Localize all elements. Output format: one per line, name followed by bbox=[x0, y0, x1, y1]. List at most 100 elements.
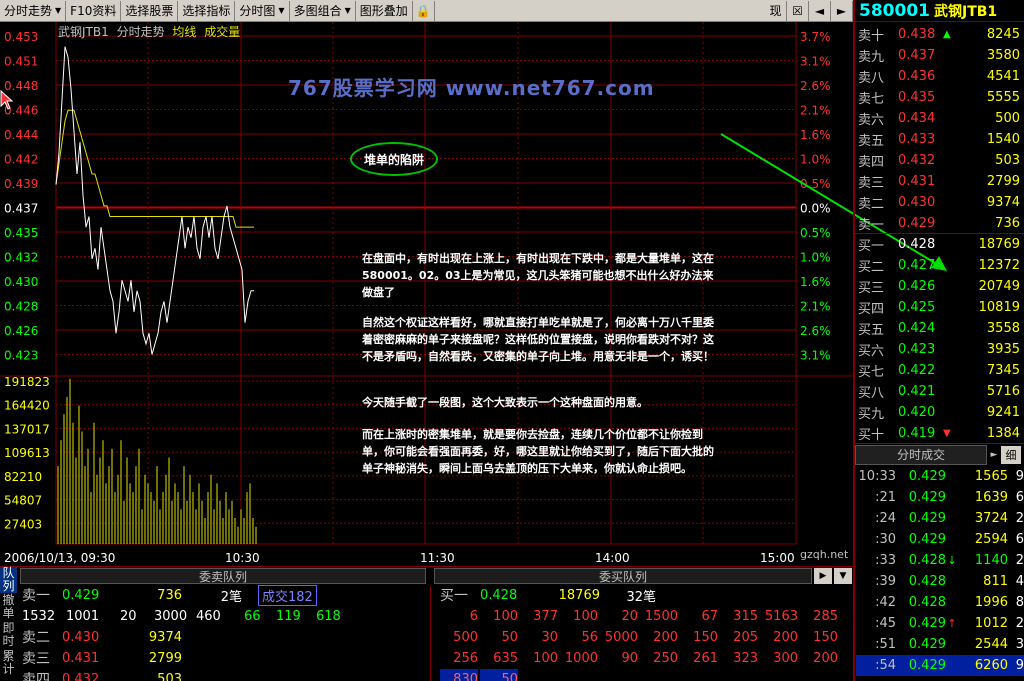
bid-label: 买一 bbox=[858, 239, 885, 254]
ask-row[interactable]: 卖二 0.430 9374 bbox=[858, 192, 1020, 213]
now-button[interactable]: 现 bbox=[765, 0, 787, 21]
ticks-detail-button[interactable]: 细 bbox=[1001, 445, 1021, 464]
toolbar-btn-f10[interactable]: F10资料 bbox=[66, 0, 122, 21]
bid-row[interactable]: 买十 0.419 ▼ 1384 bbox=[858, 423, 1020, 444]
buy-order-size: 100 bbox=[493, 608, 518, 624]
ask-row[interactable]: 卖三 0.431 2799 bbox=[858, 171, 1020, 192]
ticks-nav-icon[interactable]: ► bbox=[987, 450, 1001, 460]
ask-row[interactable]: 卖四 0.432 503 bbox=[858, 150, 1020, 171]
toolbar-btn-timeshare-chart[interactable]: 分时图 ▼ bbox=[235, 0, 290, 21]
close-button[interactable]: ☒ bbox=[787, 0, 809, 21]
price-tick-label: 0.426 bbox=[4, 324, 38, 338]
bid-row[interactable]: 买一 0.428 18769 bbox=[858, 234, 1020, 255]
bid-row[interactable]: 买五 0.424 3558 bbox=[858, 318, 1020, 339]
next-button[interactable]: ► bbox=[831, 0, 853, 21]
time-tick-label: 2006/10/13, 09:30 bbox=[4, 551, 115, 565]
ask-row[interactable]: 卖五 0.433 1540 bbox=[858, 129, 1020, 150]
bid-volume: 1384 bbox=[986, 426, 1020, 441]
bid-price: 0.427 bbox=[898, 258, 936, 273]
bid-row[interactable]: 买四 0.425 10819 bbox=[858, 297, 1020, 318]
bid-row[interactable]: 买三 0.426 20749 bbox=[858, 276, 1020, 297]
tick-time: :39 bbox=[875, 574, 896, 589]
queue-next-button[interactable]: ▶ bbox=[814, 568, 832, 584]
buy-order-size: 30 bbox=[541, 629, 558, 645]
volume-tick-label: 164420 bbox=[4, 399, 50, 413]
sell-order-size: 618 bbox=[316, 608, 341, 624]
price-tick-label: 0.435 bbox=[4, 226, 38, 240]
queue-price: 0.428 bbox=[480, 587, 518, 603]
price-line bbox=[55, 46, 254, 355]
tick-volume: 1639 bbox=[974, 490, 1008, 505]
dropdown-icon: ▼ bbox=[839, 571, 847, 581]
bid-label: 买四 bbox=[858, 302, 885, 317]
dropdown-icon: ▼ bbox=[344, 6, 351, 15]
bid-volume: 3935 bbox=[986, 342, 1020, 357]
price-tick-label: 0.439 bbox=[4, 177, 38, 191]
bid-label: 买五 bbox=[858, 323, 885, 338]
tick-count: 4 bbox=[1015, 574, 1024, 589]
tick-row: :54 0.429 6260 9 bbox=[856, 655, 1024, 676]
queue-volume: 736 bbox=[157, 587, 182, 603]
toolbar-label: 多图组合 bbox=[293, 4, 342, 18]
price-tick-label: 0.444 bbox=[4, 128, 38, 142]
buy-order-size: 5000 bbox=[604, 629, 638, 645]
volume-bars bbox=[57, 378, 257, 544]
ask-row[interactable]: 卖八 0.436 4541 bbox=[858, 66, 1020, 87]
right-arrow-icon: ► bbox=[836, 3, 847, 18]
sell-queue-row: 卖三 0.431 2799 bbox=[22, 648, 182, 668]
ask-row[interactable]: 卖六 0.434 500 bbox=[858, 108, 1020, 129]
tick-volume: 2594 bbox=[974, 532, 1008, 547]
up-arrow-icon: ↑ bbox=[947, 617, 957, 630]
bid-row[interactable]: 买二 0.427 12372 bbox=[858, 255, 1020, 276]
ask-row[interactable]: 卖十 0.438 ▲ 8245 bbox=[858, 24, 1020, 45]
now-label: 现 bbox=[769, 4, 782, 18]
toolbar-btn-timeshare[interactable]: 分时走势 ▼ bbox=[0, 0, 67, 21]
toolbar-right: 现 ☒ ◄ ► bbox=[765, 0, 853, 21]
queue-label: 买一 bbox=[440, 588, 468, 604]
bid-row[interactable]: 买六 0.423 3935 bbox=[858, 339, 1020, 360]
ask-row[interactable]: 卖九 0.437 3580 bbox=[858, 45, 1020, 66]
pct-tick-label: 2.1% bbox=[800, 300, 831, 314]
prev-button[interactable]: ◄ bbox=[809, 0, 831, 21]
side-tab-cumulative[interactable]: 累计 bbox=[0, 650, 17, 676]
annotation-paragraph-2: 自然这个权证这样看好，哪就直接打单吃单就是了，何必离十万八千里委着密密麻麻的单子… bbox=[362, 316, 714, 363]
ask-row[interactable]: 卖一 0.429 736 bbox=[858, 213, 1020, 234]
avg-line-legend: 均线 bbox=[172, 25, 197, 39]
toolbar-btn-select-stock[interactable]: 选择股票 bbox=[121, 0, 179, 21]
down-arrow-icon: ▼ bbox=[943, 428, 951, 439]
pct-tick-label: 2.6% bbox=[800, 324, 831, 338]
ask-label: 卖一 bbox=[858, 218, 885, 233]
ask-row[interactable]: 卖七 0.435 5555 bbox=[858, 87, 1020, 108]
stock-name: 武钢JTB1 bbox=[933, 3, 998, 20]
stock-code: 580001 bbox=[859, 0, 930, 21]
side-tab-cancel[interactable]: 撤单 bbox=[0, 594, 17, 620]
sell-queue-row: 卖二 0.430 9374 bbox=[22, 627, 182, 647]
average-price-line bbox=[55, 109, 254, 228]
buy-order-size: 1500 bbox=[644, 608, 678, 624]
tab-ticks[interactable]: 分时成交 bbox=[855, 444, 987, 465]
toolbar-btn-select-indicator[interactable]: 选择指标 bbox=[178, 0, 236, 21]
lock-button[interactable]: 🔒 bbox=[413, 0, 435, 21]
tick-row: 10:33 0.429 1565 9 bbox=[856, 466, 1024, 487]
buy-queue-title: 委买队列 bbox=[598, 569, 647, 584]
buy-order-size: 377 bbox=[533, 608, 558, 624]
toolbar-btn-overlay[interactable]: 图形叠加 bbox=[356, 0, 413, 21]
buy-order-size: 200 bbox=[813, 650, 838, 666]
tick-count: 9 bbox=[1015, 469, 1024, 484]
buy-order-size: 205 bbox=[733, 629, 758, 645]
sell-queue-header: 委卖队列 bbox=[20, 568, 426, 584]
bid-volume: 3558 bbox=[986, 321, 1020, 336]
buy-queue-header: 委买队列 bbox=[434, 568, 812, 584]
queue-dropdown-button[interactable]: ▼ bbox=[834, 568, 852, 584]
ask-label: 卖六 bbox=[858, 113, 885, 128]
toolbar-btn-multi-chart[interactable]: 多图组合 ▼ bbox=[290, 0, 356, 21]
bid-row[interactable]: 买八 0.421 5716 bbox=[858, 381, 1020, 402]
ask-volume: 9374 bbox=[986, 195, 1020, 210]
pct-tick-label: 2.6% bbox=[800, 79, 831, 93]
side-tab-queue[interactable]: 队列 bbox=[0, 567, 17, 593]
pct-tick-label: 3.1% bbox=[800, 349, 831, 363]
bid-row[interactable]: 买九 0.420 9241 bbox=[858, 402, 1020, 423]
side-tab-instant[interactable]: 即时 bbox=[0, 622, 17, 648]
buy-order-size: 50 bbox=[501, 629, 518, 645]
bid-row[interactable]: 买七 0.422 7345 bbox=[858, 360, 1020, 381]
